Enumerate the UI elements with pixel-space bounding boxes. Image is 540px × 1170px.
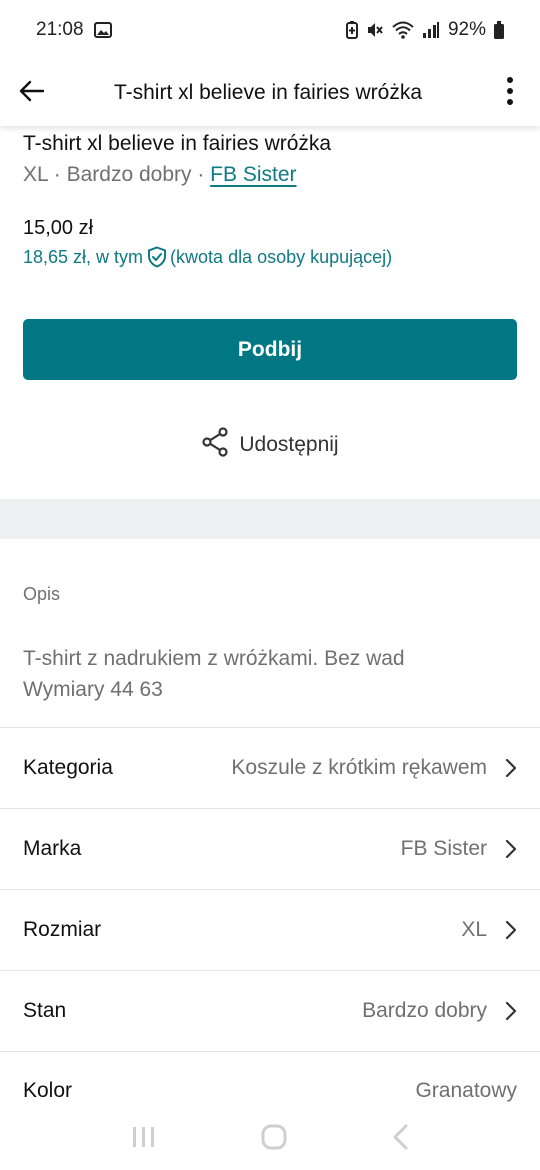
shield-check-icon xyxy=(147,246,167,268)
description-line: Wymiary 44 63 xyxy=(23,678,163,701)
battery-percent: 92% xyxy=(447,19,486,40)
attribute-row-brand[interactable]: Marka FB Sister xyxy=(0,808,540,889)
attribute-label: Stan xyxy=(23,999,67,1022)
buyer-price[interactable]: 18,65 zł, w tym (kwota dla osoby kupując… xyxy=(23,244,517,270)
attribute-value: Granatowy xyxy=(415,1078,517,1102)
more-options-button[interactable] xyxy=(480,60,540,126)
signal-icon xyxy=(422,21,440,39)
back-nav-icon[interactable] xyxy=(391,1124,409,1155)
chevron-right-icon xyxy=(487,920,517,940)
description-text: T-shirt z nadrukiem z wróżkami. Bez wad … xyxy=(23,643,517,727)
share-icon xyxy=(201,427,229,463)
home-icon[interactable] xyxy=(260,1123,288,1156)
share-button[interactable]: Udostępnij xyxy=(0,416,540,474)
item-title: T-shirt xl believe in fairies wróżka xyxy=(23,132,332,155)
item-price: 15,00 zł xyxy=(23,217,94,239)
share-label: Udostępnij xyxy=(239,433,339,456)
status-time: 21:08 xyxy=(36,19,84,40)
status-bar: 21:08 92% xyxy=(0,0,540,60)
attribute-label: Kolor xyxy=(23,1078,73,1102)
attribute-row-category[interactable]: Kategoria Koszule z krótkim rękawem xyxy=(0,727,540,808)
attribute-value: Bardzo dobry xyxy=(362,999,487,1022)
attribute-label: Marka xyxy=(23,837,82,860)
description-section: Opis T-shirt z nadrukiem z wróżkami. Bez… xyxy=(0,582,540,727)
attribute-label: Kategoria xyxy=(23,756,113,779)
back-button[interactable] xyxy=(0,60,64,126)
image-icon xyxy=(93,22,112,38)
description-label: Opis xyxy=(23,584,61,604)
meta-separator: · xyxy=(47,163,67,186)
item-details: T-shirt xl believe in fairies wróżka XL … xyxy=(0,126,540,1129)
app-bar: T-shirt xl believe in fairies wróżka xyxy=(0,60,540,126)
buyer-price-amount: 18,65 zł, w tym xyxy=(23,247,144,267)
recent-apps-icon[interactable] xyxy=(131,1125,157,1154)
meta-separator: · xyxy=(191,163,211,186)
brand-link[interactable]: FB Sister xyxy=(210,163,296,186)
chevron-right-icon xyxy=(487,839,517,859)
item-size: XL xyxy=(23,163,48,186)
attribute-row-condition[interactable]: Stan Bardzo dobry xyxy=(0,970,540,1051)
arrow-left-icon xyxy=(19,80,45,107)
bump-button[interactable]: Podbij xyxy=(23,319,517,380)
buyer-price-note: (kwota dla osoby kupującej) xyxy=(170,247,393,267)
attribute-row-size[interactable]: Rozmiar XL xyxy=(0,889,540,970)
system-nav-bar xyxy=(0,1108,540,1170)
attribute-label: Rozmiar xyxy=(23,918,102,941)
description-line: T-shirt z nadrukiem z wróżkami. Bez wad xyxy=(23,647,405,670)
item-condition: Bardzo dobry xyxy=(66,163,192,186)
section-divider xyxy=(0,499,540,539)
attribute-value: FB Sister xyxy=(400,837,487,860)
attribute-value: Koszule z krótkim rękawem xyxy=(231,756,487,779)
item-summary: T-shirt xl believe in fairies wróżka XL … xyxy=(0,126,540,270)
app-bar-title: T-shirt xl believe in fairies wróżka xyxy=(113,81,423,104)
item-meta: XL · Bardzo dobry · FB Sister xyxy=(23,160,517,190)
battery-saver-icon xyxy=(345,21,358,39)
more-vert-icon xyxy=(506,76,514,111)
chevron-right-icon xyxy=(487,1001,517,1021)
wifi-icon xyxy=(392,21,414,39)
mute-icon xyxy=(366,21,384,39)
chevron-right-icon xyxy=(487,758,517,778)
attribute-value: XL xyxy=(461,918,487,941)
battery-icon xyxy=(494,21,504,39)
